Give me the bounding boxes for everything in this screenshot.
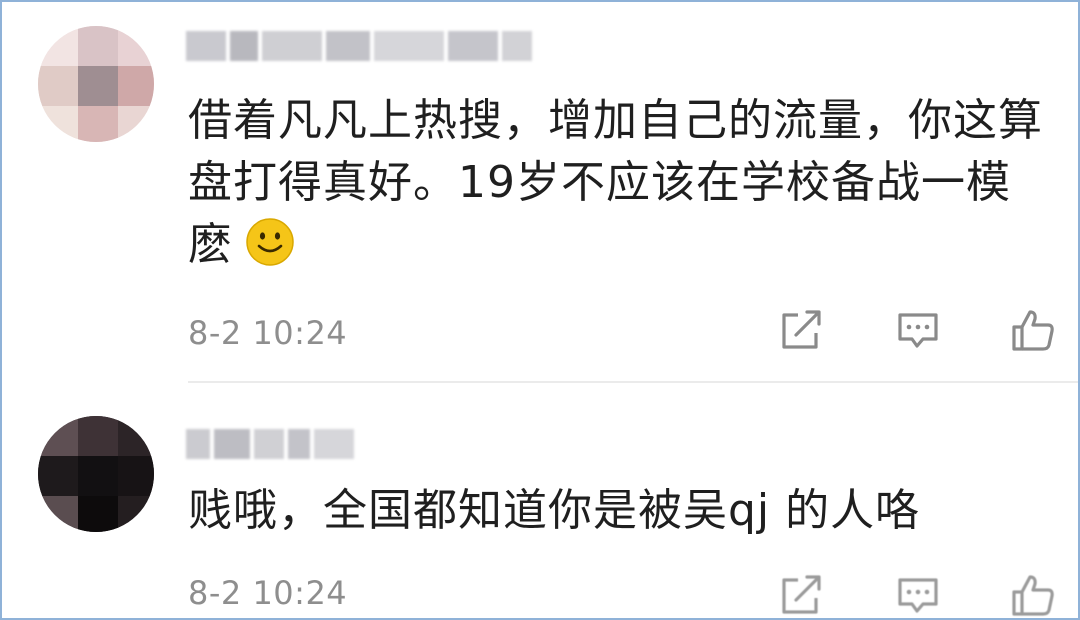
share-icon [782,575,821,614]
reply-button[interactable] [895,572,941,618]
like-button[interactable] [1010,307,1056,353]
reply-button[interactable] [895,307,941,353]
comment-text-line: 麽 [188,214,1048,276]
comment-time: 8-2 10:24 [188,574,348,612]
username[interactable] [186,26,540,66]
share-icon [782,310,821,349]
share-button[interactable] [778,572,824,618]
like-icon [1012,310,1054,351]
comment-time: 8-2 10:24 [188,314,348,352]
smile-emoji [246,218,294,266]
comment-text: 贱哦，全国都知道你是被吴qj 的人咯 [188,480,1048,542]
avatar[interactable] [38,416,154,532]
comment-item: 借着凡凡上热搜，增加自己的流量，你这算 盘打得真好。19岁不应该在学校备战一模 … [2,2,1078,382]
username[interactable] [186,424,374,464]
comment-text-fragment: 麽 [188,219,233,270]
comment-text-line: 贱哦，全国都知道你是被吴qj 的人咯 [188,485,921,536]
reply-icon [898,313,938,348]
share-button[interactable] [778,307,824,353]
comment-text-line: 借着凡凡上热搜，增加自己的流量，你这算 [188,95,1043,146]
avatar[interactable] [38,26,154,142]
like-icon [1012,575,1054,616]
like-button[interactable] [1010,572,1056,618]
reply-icon [898,578,938,613]
comment-text-line: 盘打得真好。19岁不应该在学校备战一模 [188,157,1011,208]
comment-text: 借着凡凡上热搜，增加自己的流量，你这算 盘打得真好。19岁不应该在学校备战一模 … [188,90,1048,276]
comment-item: 贱哦，全国都知道你是被吴qj 的人咯 8-2 10:24 [2,382,1078,618]
comment-list: 借着凡凡上热搜，增加自己的流量，你这算 盘打得真好。19岁不应该在学校备战一模 … [0,0,1080,620]
